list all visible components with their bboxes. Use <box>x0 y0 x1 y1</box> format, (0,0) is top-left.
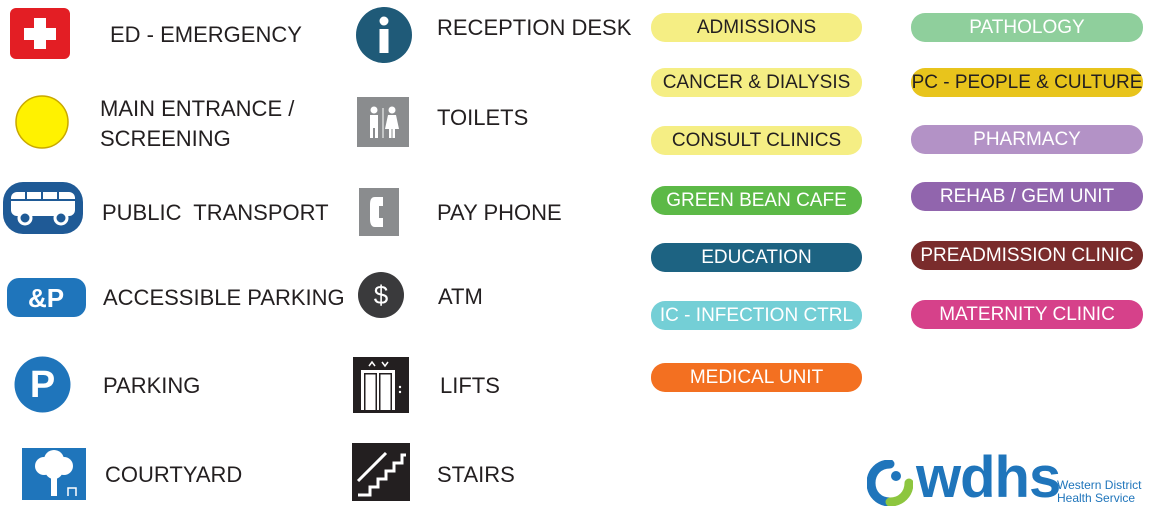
yellow-circle-icon <box>14 94 70 150</box>
toilets-label: TOILETS <box>437 105 529 130</box>
toilets-icon <box>357 97 409 147</box>
wdhs-logo-mark-icon <box>866 459 914 507</box>
atm-label: ATM <box>438 284 483 309</box>
phone-icon <box>359 188 399 236</box>
dept-medical-unit: MEDICAL UNIT <box>651 363 862 392</box>
dept-rehab-gem-unit: REHAB / GEM UNIT <box>911 182 1143 211</box>
dept-cancer-dialysis: CANCER & DIALYSIS <box>651 68 862 97</box>
accessible-parking-icon: &P <box>7 278 86 317</box>
ed-emergency-label: ED - EMERGENCY <box>110 22 302 47</box>
dept-preadmission-clinic: PREADMISSION CLINIC <box>911 241 1143 270</box>
dept-green-bean-cafe: GREEN BEAN CAFE <box>651 186 862 215</box>
accessible-parking-label: ACCESSIBLE PARKING <box>103 285 345 310</box>
lifts-label: LIFTS <box>440 373 500 398</box>
public-transport-label: PUBLIC TRANSPORT <box>102 200 329 225</box>
pay-phone-label: PAY PHONE <box>437 200 562 225</box>
dept-education: EDUCATION <box>651 243 862 272</box>
svg-text:P: P <box>30 364 55 406</box>
parking-label: PARKING <box>103 373 201 398</box>
main-entrance-line1: MAIN ENTRANCE / <box>100 96 295 121</box>
wdhs-name-line2: Health Service <box>1057 491 1136 505</box>
dept-consult-clinics: CONSULT CLINICS <box>651 126 862 155</box>
svg-text:$: $ <box>374 280 389 310</box>
main-entrance-label: MAIN ENTRANCE / SCREENING <box>100 94 294 154</box>
dept-pathology: PATHOLOGY <box>911 13 1143 42</box>
tree-icon <box>22 448 86 500</box>
wdhs-wordmark: wdhs <box>916 445 1061 510</box>
dept-people-culture: PC - PEOPLE & CULTURE <box>911 68 1143 97</box>
dollar-icon: $ <box>358 272 404 318</box>
parking-icon: P <box>14 356 71 413</box>
main-entrance-line2: SCREENING <box>100 126 231 151</box>
courtyard-label: COURTYARD <box>105 462 243 487</box>
dept-maternity-clinic: MATERNITY CLINIC <box>911 300 1143 329</box>
lift-icon <box>353 357 409 413</box>
bus-icon <box>3 182 83 234</box>
dept-infection-ctrl: IC - INFECTION CTRL <box>651 301 862 330</box>
stairs-icon <box>352 443 410 501</box>
svg-text:&P: &P <box>28 283 64 313</box>
dept-pharmacy: PHARMACY <box>911 125 1143 154</box>
info-icon <box>356 7 412 63</box>
reception-desk-label: RECEPTION DESK <box>437 15 632 40</box>
dept-admissions: ADMISSIONS <box>651 13 862 42</box>
stairs-label: STAIRS <box>437 462 515 487</box>
first-aid-cross-icon <box>10 8 70 59</box>
